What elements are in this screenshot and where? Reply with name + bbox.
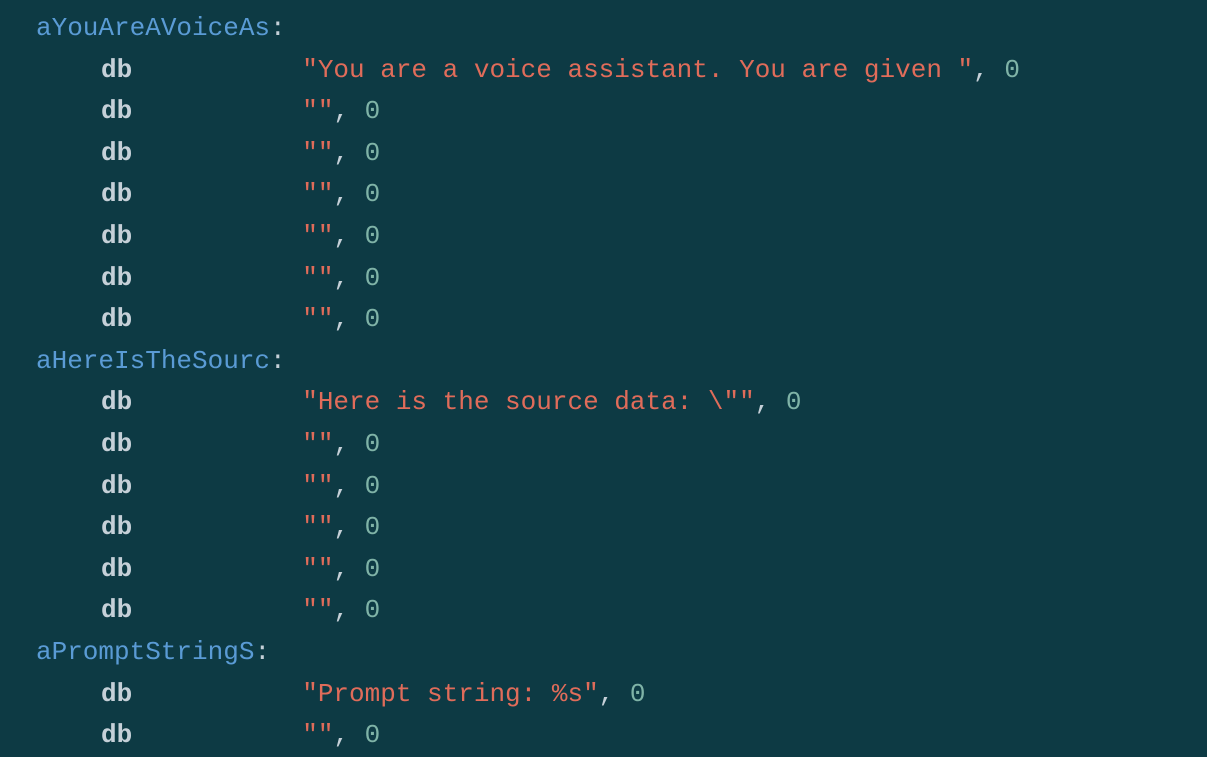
string-literal: "" xyxy=(302,221,333,251)
comma: , xyxy=(333,179,364,209)
string-literal: "You are a voice assistant. You are give… xyxy=(302,55,973,85)
db-line: db "Here is the source data: \"", 0 xyxy=(0,382,1207,424)
db-keyword: db xyxy=(101,263,132,293)
string-literal: "Prompt string: %s" xyxy=(302,679,598,709)
comma: , xyxy=(333,512,364,542)
terminator-zero: 0 xyxy=(1004,55,1020,85)
string-literal: "" xyxy=(302,138,333,168)
db-keyword: db xyxy=(101,138,132,168)
comma: , xyxy=(333,720,364,750)
db-keyword: db xyxy=(101,471,132,501)
terminator-zero: 0 xyxy=(786,387,802,417)
terminator-zero: 0 xyxy=(365,304,381,334)
comma: , xyxy=(333,471,364,501)
terminator-zero: 0 xyxy=(365,429,381,459)
terminator-zero: 0 xyxy=(365,512,381,542)
string-literal: "" xyxy=(302,512,333,542)
db-line: db "", 0 xyxy=(0,507,1207,549)
comma: , xyxy=(333,554,364,584)
db-line: db "", 0 xyxy=(0,424,1207,466)
db-keyword: db xyxy=(101,96,132,126)
db-keyword: db xyxy=(101,720,132,750)
db-keyword: db xyxy=(101,595,132,625)
db-line: db "", 0 xyxy=(0,590,1207,632)
terminator-zero: 0 xyxy=(365,554,381,584)
string-literal: "" xyxy=(302,96,333,126)
label-line: aPromptStringS: xyxy=(0,632,1207,674)
terminator-zero: 0 xyxy=(365,471,381,501)
string-literal: "" xyxy=(302,179,333,209)
db-keyword: db xyxy=(101,55,132,85)
comma: , xyxy=(973,55,1004,85)
db-line: db "", 0 xyxy=(0,216,1207,258)
terminator-zero: 0 xyxy=(365,595,381,625)
db-keyword: db xyxy=(101,679,132,709)
db-line: db "", 0 xyxy=(0,174,1207,216)
comma: , xyxy=(333,138,364,168)
db-keyword: db xyxy=(101,304,132,334)
db-keyword: db xyxy=(101,179,132,209)
comma: , xyxy=(333,96,364,126)
terminator-zero: 0 xyxy=(365,720,381,750)
db-keyword: db xyxy=(101,387,132,417)
assembly-label: aHereIsTheSourc xyxy=(36,346,270,376)
terminator-zero: 0 xyxy=(365,179,381,209)
db-line: db "Prompt string: %s", 0 xyxy=(0,674,1207,716)
db-keyword: db xyxy=(101,554,132,584)
comma: , xyxy=(333,304,364,334)
comma: , xyxy=(333,221,364,251)
assembly-label: aYouAreAVoiceAs xyxy=(36,13,270,43)
db-keyword: db xyxy=(101,221,132,251)
assembly-label: aPromptStringS xyxy=(36,637,254,667)
db-keyword: db xyxy=(101,429,132,459)
db-line: db "", 0 xyxy=(0,299,1207,341)
db-line: db "", 0 xyxy=(0,466,1207,508)
string-literal: "" xyxy=(302,429,333,459)
string-literal: "" xyxy=(302,595,333,625)
string-literal: "" xyxy=(302,304,333,334)
db-line: db "", 0 xyxy=(0,258,1207,300)
comma: , xyxy=(599,679,630,709)
db-line: db "You are a voice assistant. You are gi… xyxy=(0,50,1207,92)
comma: , xyxy=(333,429,364,459)
colon: : xyxy=(270,13,286,43)
terminator-zero: 0 xyxy=(630,679,646,709)
db-line: db "", 0 xyxy=(0,549,1207,591)
terminator-zero: 0 xyxy=(365,221,381,251)
string-literal: "" xyxy=(302,720,333,750)
colon: : xyxy=(270,346,286,376)
comma: , xyxy=(755,387,786,417)
terminator-zero: 0 xyxy=(365,138,381,168)
comma: , xyxy=(333,263,364,293)
string-literal: "" xyxy=(302,263,333,293)
label-line: aHereIsTheSourc: xyxy=(0,341,1207,383)
label-line: aYouAreAVoiceAs: xyxy=(0,8,1207,50)
db-line: db "", 0 xyxy=(0,91,1207,133)
db-keyword: db xyxy=(101,512,132,542)
db-line: db "", 0 xyxy=(0,715,1207,757)
assembly-code-view: aYouAreAVoiceAs: db "You are a voice assis… xyxy=(0,8,1207,757)
terminator-zero: 0 xyxy=(365,96,381,126)
db-line: db "", 0 xyxy=(0,133,1207,175)
terminator-zero: 0 xyxy=(365,263,381,293)
string-literal: "" xyxy=(302,471,333,501)
string-literal: "Here is the source data: \"" xyxy=(302,387,754,417)
string-literal: "" xyxy=(302,554,333,584)
colon: : xyxy=(254,637,270,667)
comma: , xyxy=(333,595,364,625)
